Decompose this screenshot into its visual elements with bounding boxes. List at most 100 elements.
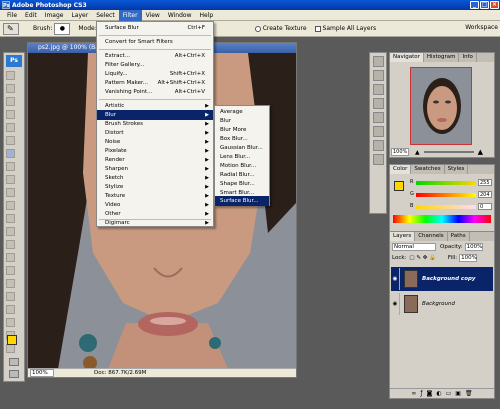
tab-paths[interactable]: Paths bbox=[448, 232, 470, 241]
crop-tool-icon[interactable] bbox=[6, 123, 15, 132]
blur-tool-icon[interactable] bbox=[6, 227, 15, 236]
tab-color[interactable]: Color bbox=[390, 165, 412, 174]
navigator-zoom-field[interactable]: 100% bbox=[391, 148, 409, 156]
clone-stamp-tool-icon[interactable] bbox=[6, 175, 15, 184]
history-palette-icon[interactable] bbox=[372, 56, 384, 67]
visibility-eye-icon[interactable]: ◉ bbox=[391, 293, 400, 315]
red-slider[interactable] bbox=[416, 181, 476, 185]
green-slider[interactable] bbox=[416, 193, 476, 197]
menu-view[interactable]: View bbox=[142, 10, 164, 21]
marquee-tool-icon[interactable] bbox=[6, 84, 15, 93]
create-texture-radio[interactable] bbox=[254, 25, 261, 32]
menu-item-convert-smart-filters[interactable]: Convert for Smart Filters bbox=[97, 37, 213, 47]
tab-styles[interactable]: Styles bbox=[445, 165, 469, 174]
blue-slider[interactable] bbox=[416, 205, 476, 209]
quick-mask-icon[interactable] bbox=[9, 358, 19, 366]
tool-presets-icon[interactable] bbox=[372, 84, 384, 95]
opacity-label: Opacity: bbox=[440, 243, 463, 250]
tab-info[interactable]: Info bbox=[459, 53, 477, 62]
notes-tool-icon[interactable] bbox=[6, 305, 15, 314]
maximize-button[interactable]: □ bbox=[480, 1, 489, 9]
menu-image[interactable]: Image bbox=[41, 10, 68, 21]
history-brush-tool-icon[interactable] bbox=[6, 188, 15, 197]
visibility-eye-icon[interactable]: ◉ bbox=[391, 268, 400, 290]
fill-field[interactable]: 100% bbox=[459, 253, 478, 262]
menu-select[interactable]: Select bbox=[92, 10, 119, 21]
layer-comps-icon[interactable] bbox=[372, 126, 384, 137]
menu-item-last-filter[interactable]: Surface Blur Ctrl+F bbox=[97, 23, 213, 33]
lasso-tool-icon[interactable] bbox=[6, 97, 15, 106]
brush-picker[interactable]: ● bbox=[54, 22, 71, 35]
layers-panel: Layers Channels Paths Normal Opacity: 10… bbox=[389, 231, 495, 399]
menu-item-digimarc[interactable]: Digimarc ▶ bbox=[97, 218, 213, 228]
color-foreground-swatch[interactable] bbox=[394, 181, 404, 191]
menu-help[interactable]: Help bbox=[196, 10, 218, 21]
tab-navigator[interactable]: Navigator bbox=[390, 53, 424, 62]
actions-palette-icon[interactable] bbox=[372, 70, 384, 81]
zoom-field[interactable]: 100% bbox=[30, 369, 54, 377]
delete-layer-icon[interactable]: 🗑 bbox=[465, 390, 473, 397]
red-value[interactable]: 255 bbox=[478, 179, 492, 186]
adjustment-layer-icon[interactable]: ◐ bbox=[436, 390, 441, 397]
layer-style-icon[interactable]: ƒ bbox=[420, 390, 422, 397]
pen-tool-icon[interactable] bbox=[6, 253, 15, 262]
navigator-panel: Navigator Histogram Info 100% ▲ ▲ bbox=[389, 52, 495, 158]
slice-tool-icon[interactable] bbox=[6, 136, 15, 145]
layer-background-copy[interactable]: ◉ Background copy bbox=[391, 267, 493, 291]
character-palette-icon[interactable] bbox=[372, 140, 384, 151]
layer-mask-icon[interactable]: ◙ bbox=[427, 390, 433, 397]
new-layer-icon[interactable]: ▣ bbox=[455, 390, 461, 397]
navigator-preview[interactable] bbox=[410, 67, 472, 145]
zoom-slider[interactable] bbox=[423, 151, 474, 153]
menu-edit[interactable]: Edit bbox=[21, 10, 41, 21]
options-bar: ✎ Brush: ● Mode: Create Texture Sample A… bbox=[0, 21, 500, 37]
tool-preset-picker[interactable]: ✎ bbox=[3, 22, 19, 35]
new-group-icon[interactable]: ▭ bbox=[446, 390, 452, 397]
blue-value[interactable]: 0 bbox=[478, 203, 492, 210]
menu-layer[interactable]: Layer bbox=[67, 10, 92, 21]
lock-label: Lock: bbox=[392, 254, 407, 261]
green-value[interactable]: 204 bbox=[478, 191, 492, 198]
type-tool-icon[interactable] bbox=[6, 266, 15, 275]
foreground-color-swatch[interactable] bbox=[7, 335, 17, 345]
tab-layers[interactable]: Layers bbox=[390, 232, 416, 241]
menu-filter[interactable]: Filter bbox=[118, 9, 142, 21]
zoom-out-icon[interactable]: ▲ bbox=[415, 149, 420, 156]
sample-all-layers-checkbox[interactable] bbox=[314, 25, 321, 32]
color-spectrum-ramp[interactable] bbox=[393, 215, 491, 223]
close-button[interactable]: × bbox=[490, 1, 499, 9]
eraser-tool-icon[interactable] bbox=[6, 201, 15, 210]
gradient-tool-icon[interactable] bbox=[6, 214, 15, 223]
healing-brush-tool-icon[interactable] bbox=[6, 149, 15, 158]
workspace-button[interactable]: Workspace bbox=[465, 24, 498, 31]
path-selection-tool-icon[interactable] bbox=[6, 279, 15, 288]
filter-menu: Surface Blur Ctrl+F Convert for Smart Fil… bbox=[96, 21, 214, 227]
screen-mode-icon[interactable] bbox=[9, 370, 19, 378]
opacity-field[interactable]: 100% bbox=[464, 242, 483, 251]
minimize-button[interactable]: _ bbox=[470, 1, 479, 9]
color-r-label: R bbox=[410, 179, 414, 185]
paragraph-palette-icon[interactable] bbox=[372, 154, 384, 165]
link-layers-icon[interactable]: ∞ bbox=[411, 390, 416, 397]
clone-source-icon[interactable] bbox=[372, 112, 384, 123]
tab-channels[interactable]: Channels bbox=[415, 232, 448, 241]
zoom-tool-icon[interactable] bbox=[6, 344, 15, 353]
menu-item-vanishing-point[interactable]: Vanishing Point... Alt+Ctrl+V bbox=[97, 87, 213, 97]
menu-file[interactable]: File bbox=[3, 10, 21, 21]
eyedropper-tool-icon[interactable] bbox=[6, 318, 15, 327]
shape-tool-icon[interactable] bbox=[6, 292, 15, 301]
tab-histogram[interactable]: Histogram bbox=[424, 53, 460, 62]
submenu-item-surface-blur[interactable]: Surface Blur... bbox=[215, 196, 269, 206]
lock-icons[interactable]: ▢ ✎ ✥ 🔒 bbox=[409, 255, 436, 261]
menu-window[interactable]: Window bbox=[164, 10, 196, 21]
tab-swatches[interactable]: Swatches bbox=[411, 165, 445, 174]
fill-label: Fill: bbox=[447, 254, 458, 261]
layer-background[interactable]: ◉ Background bbox=[391, 292, 493, 316]
brushes-palette-icon[interactable] bbox=[372, 98, 384, 109]
blend-mode-select[interactable]: Normal bbox=[392, 242, 436, 251]
brush-tool-icon[interactable] bbox=[6, 162, 15, 171]
magic-wand-tool-icon[interactable] bbox=[6, 110, 15, 119]
zoom-in-icon[interactable]: ▲ bbox=[478, 148, 483, 156]
move-tool-icon[interactable] bbox=[6, 71, 15, 80]
dodge-tool-icon[interactable] bbox=[6, 240, 15, 249]
